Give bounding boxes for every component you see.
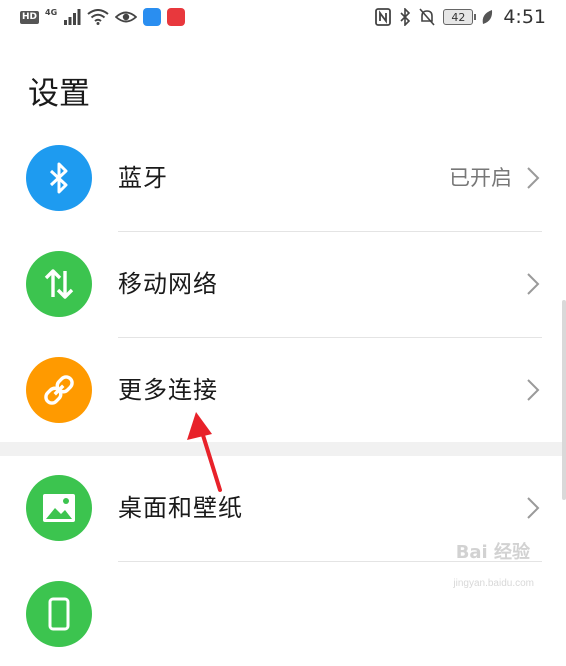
watermark-logo: Bai 经验 bbox=[455, 542, 530, 563]
watermark-url: jingyan.baidu.com bbox=[453, 578, 534, 589]
scrollbar[interactable] bbox=[562, 300, 566, 500]
annotation-arrow bbox=[187, 412, 222, 492]
